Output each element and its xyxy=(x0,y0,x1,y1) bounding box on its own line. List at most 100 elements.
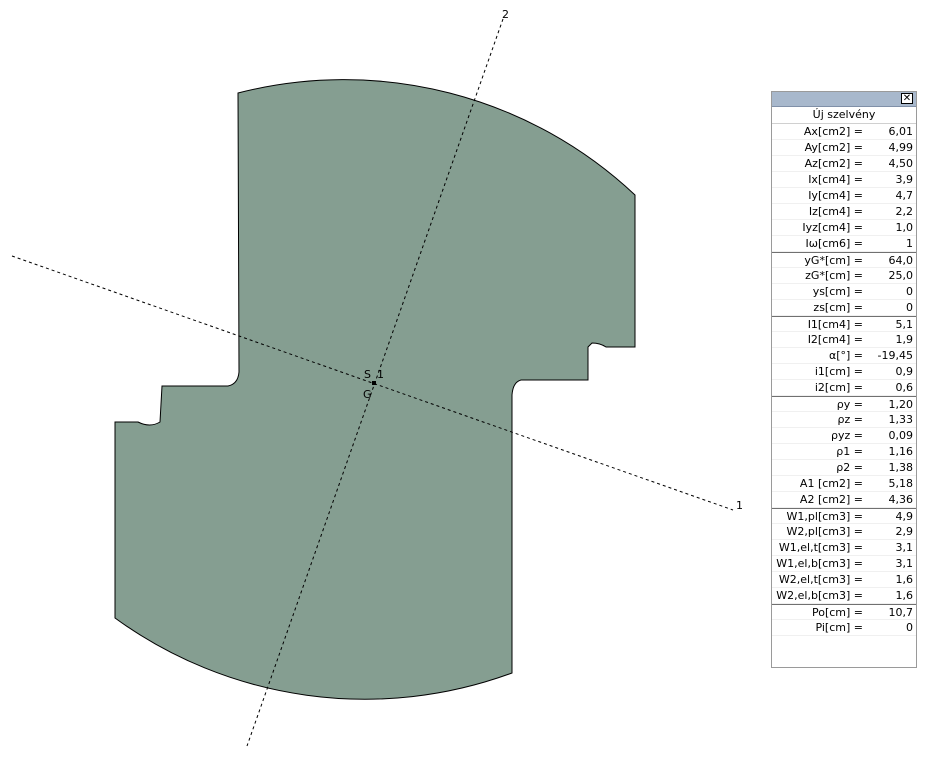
property-row: ρyz = 0,09 xyxy=(772,428,916,444)
property-row: ρ2 = 1,38 xyxy=(772,460,916,476)
property-value: 64,0 xyxy=(888,253,914,267)
property-row: W1,pl[cm3] = 4,9 xyxy=(772,508,916,524)
property-label: W1,el,b[cm3] = xyxy=(776,557,863,570)
property-row: I2[cm4] = 1,9 xyxy=(772,332,916,348)
property-value: 0 xyxy=(906,621,913,634)
property-row: Ay[cm2] = 4,99 xyxy=(772,140,916,156)
property-value: 1,16 xyxy=(888,445,914,458)
property-label: zs[cm] = xyxy=(813,301,863,314)
property-value: 3,1 xyxy=(895,541,914,554)
property-label: Iyz[cm4] = xyxy=(802,221,863,234)
section-properties-panel: ✕ Új szelvény Ax[cm2] = 6,01 Ay[cm2] = 4,99… xyxy=(771,91,917,668)
axis-1-label: 1 xyxy=(736,499,743,512)
property-row: i2[cm] = 0,6 xyxy=(772,380,916,396)
property-label: Pi[cm] = xyxy=(815,621,863,634)
property-row: ρy = 1,20 xyxy=(772,396,916,412)
property-row: W2,pl[cm3] = 2,9 xyxy=(772,524,916,540)
property-row: zG*[cm] = 25,0 xyxy=(772,268,916,284)
property-value: 1,20 xyxy=(888,397,914,411)
property-row: A1 [cm2] = 5,18 xyxy=(772,476,916,492)
principal-marker-label: 1 xyxy=(377,368,384,381)
property-value: 2,2 xyxy=(895,205,914,218)
property-label: ρz = xyxy=(837,413,863,426)
property-row: ρz = 1,33 xyxy=(772,412,916,428)
property-label: A1 [cm2] = xyxy=(799,477,863,490)
property-label: Ay[cm2] = xyxy=(804,141,863,154)
property-row: A2 [cm2] = 4,36 xyxy=(772,492,916,508)
property-row: Ix[cm4] = 3,9 xyxy=(772,172,916,188)
property-value: 3,9 xyxy=(895,173,914,186)
property-value: 1 xyxy=(906,237,913,250)
property-label: Ax[cm2] = xyxy=(803,125,863,138)
property-label: ys[cm] = xyxy=(812,285,863,298)
property-label: Iω[cm6] = xyxy=(805,237,863,250)
axis-2-label: 2 xyxy=(502,8,509,21)
property-label: ρ1 = xyxy=(836,445,863,458)
centroid-label: G xyxy=(363,388,372,401)
property-label: Po[cm] = xyxy=(811,605,863,619)
panel-titlebar[interactable]: ✕ xyxy=(772,92,916,107)
property-value: 0 xyxy=(906,301,913,314)
property-row: i1[cm] = 0,9 xyxy=(772,364,916,380)
property-label: i2[cm] = xyxy=(814,381,863,394)
property-row: W2,el,t[cm3] = 1,6 xyxy=(772,572,916,588)
property-row: Iz[cm4] = 2,2 xyxy=(772,204,916,220)
property-label: Iz[cm4] = xyxy=(808,205,863,218)
property-row: Iy[cm4] = 4,7 xyxy=(772,188,916,204)
shear-center-label: S xyxy=(364,368,371,381)
property-value: 4,9 xyxy=(895,509,914,523)
property-label: W1,el,t[cm3] = xyxy=(778,541,863,554)
property-row: zs[cm] = 0 xyxy=(772,300,916,316)
property-value: 25,0 xyxy=(888,269,914,282)
property-row: Iyz[cm4] = 1,0 xyxy=(772,220,916,236)
property-row: Po[cm] = 10,7 xyxy=(772,604,916,620)
properties-list: Ax[cm2] = 6,01 Ay[cm2] = 4,99 Az[cm2] = 4,50 I… xyxy=(772,124,916,636)
property-value: 0 xyxy=(906,285,913,298)
property-value: 0,9 xyxy=(895,365,914,378)
property-label: Az[cm2] = xyxy=(804,157,863,170)
cross-section-shape[interactable] xyxy=(114,79,636,700)
property-row: ys[cm] = 0 xyxy=(772,284,916,300)
property-row: Iω[cm6] = 1 xyxy=(772,236,916,252)
panel-title: Új szelvény xyxy=(772,107,916,124)
property-label: W2,pl[cm3] = xyxy=(786,525,863,538)
property-label: α[°] = xyxy=(828,349,863,362)
property-value: 2,9 xyxy=(895,525,914,538)
property-row: I1[cm4] = 5,1 xyxy=(772,316,916,332)
property-value: 1,38 xyxy=(888,461,914,474)
property-label: ρy = xyxy=(836,397,863,411)
property-row: α[°] = -19,45 xyxy=(772,348,916,364)
property-value: 10,7 xyxy=(888,605,914,619)
property-label: ρyz = xyxy=(831,429,863,442)
property-value: 1,9 xyxy=(895,333,914,346)
property-label: Iy[cm4] = xyxy=(808,189,863,202)
property-value: 4,99 xyxy=(888,141,914,154)
property-row: W2,el,b[cm3] = 1,6 xyxy=(772,588,916,604)
property-label: W1,pl[cm3] = xyxy=(786,509,863,523)
property-value: 6,01 xyxy=(888,125,914,138)
property-value: 0,6 xyxy=(895,381,914,394)
property-row: yG*[cm] = 64,0 xyxy=(772,252,916,268)
property-row: Az[cm2] = 4,50 xyxy=(772,156,916,172)
property-row: Ax[cm2] = 6,01 xyxy=(772,124,916,140)
property-label: yG*[cm] = xyxy=(804,253,863,267)
close-icon[interactable]: ✕ xyxy=(901,93,913,104)
property-label: Ix[cm4] = xyxy=(808,173,863,186)
property-row: W1,el,t[cm3] = 3,1 xyxy=(772,540,916,556)
property-label: W2,el,b[cm3] = xyxy=(776,589,863,602)
property-value: 5,18 xyxy=(888,477,914,490)
property-row: Pi[cm] = 0 xyxy=(772,620,916,636)
property-value: 1,33 xyxy=(888,413,914,426)
property-value: 4,7 xyxy=(895,189,914,202)
property-label: i1[cm] = xyxy=(814,365,863,378)
property-row: W1,el,b[cm3] = 3,1 xyxy=(772,556,916,572)
property-value: 4,50 xyxy=(888,157,914,170)
property-value: 1,0 xyxy=(895,221,914,234)
property-value: 0,09 xyxy=(888,429,914,442)
property-value: 5,1 xyxy=(895,317,914,331)
property-label: ρ2 = xyxy=(836,461,863,474)
property-value: 1,6 xyxy=(895,589,914,602)
centroid-marker xyxy=(372,381,376,385)
property-label: A2 [cm2] = xyxy=(799,493,863,506)
property-value: 3,1 xyxy=(895,557,914,570)
